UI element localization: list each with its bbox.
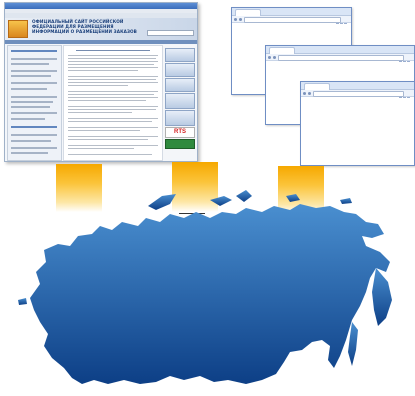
- map-island-wrangel: [340, 198, 352, 204]
- map-kaliningrad: [18, 298, 27, 305]
- map-kamchatka: [372, 268, 392, 326]
- map-island-novosibirsk: [286, 194, 300, 202]
- map-sakhalin: [348, 322, 358, 366]
- russia-map-shape: [30, 204, 390, 384]
- russia-map-icon: [18, 190, 392, 384]
- map-island-severnaya: [236, 190, 252, 202]
- map-island-novaya-zemlya: [148, 194, 176, 210]
- map-island-arctic: [210, 196, 232, 206]
